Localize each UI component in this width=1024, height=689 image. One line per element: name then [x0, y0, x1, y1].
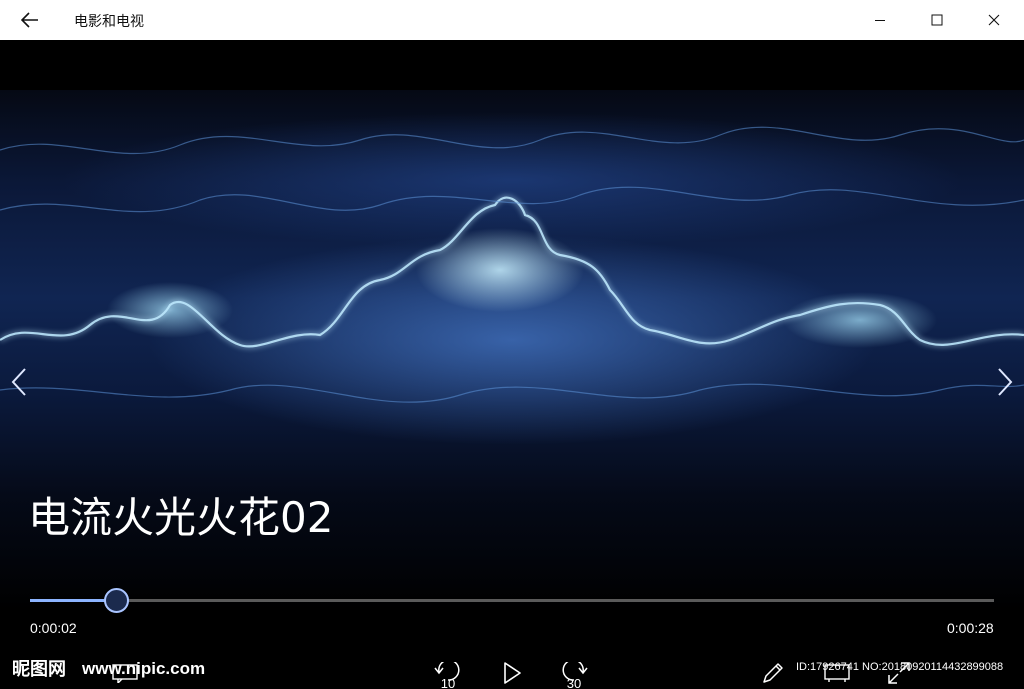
cast-button[interactable] [820, 656, 854, 689]
next-button[interactable] [990, 362, 1020, 402]
minimize-button[interactable] [857, 0, 903, 40]
play-icon [504, 662, 521, 684]
subtitles-button[interactable] [108, 656, 142, 689]
current-time: 0:00:02 [30, 620, 77, 636]
play-button[interactable] [495, 656, 529, 689]
fullscreen-icon [888, 662, 910, 684]
close-icon [988, 14, 1000, 26]
video-title: 电流火光火花02 [28, 493, 334, 542]
cast-icon [824, 664, 850, 682]
back-button[interactable] [16, 8, 44, 32]
title-bar: 电影和电视 [0, 0, 1024, 40]
skip-forward-button[interactable]: 30 [557, 656, 591, 689]
skip-back-button[interactable]: 10 [431, 656, 465, 689]
maximize-button[interactable] [914, 0, 960, 40]
edit-button[interactable] [756, 656, 790, 689]
fullscreen-button[interactable] [882, 656, 916, 689]
video-player[interactable]: 电流火光火花02 0:00:02 0:00:28 昵图网 www.nipic.c… [0, 40, 1024, 689]
watermark-site: www.nipic.com [82, 659, 206, 678]
total-time: 0:00:28 [947, 620, 994, 636]
app-title: 电影和电视 [74, 14, 144, 30]
back-arrow-icon [21, 12, 38, 28]
seek-bar[interactable] [30, 599, 994, 602]
skip-forward-seconds: 30 [566, 676, 582, 689]
watermark-logo: 昵图网 [12, 659, 66, 680]
chevron-right-icon [998, 368, 1013, 396]
minimize-icon [875, 20, 885, 21]
chevron-left-icon [11, 368, 26, 396]
skip-back-seconds: 10 [440, 676, 456, 689]
previous-button[interactable] [4, 362, 34, 402]
pencil-icon [763, 663, 783, 683]
subtitles-icon [112, 664, 138, 683]
close-button[interactable] [971, 0, 1017, 40]
maximize-icon [931, 14, 943, 26]
